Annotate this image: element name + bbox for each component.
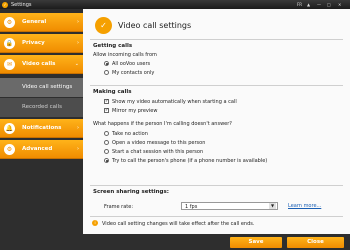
divider — [90, 216, 343, 217]
window-title: Settings — [11, 1, 32, 8]
collapse-icon[interactable]: ▲ — [307, 1, 310, 8]
learn-more-link[interactable]: Learn more... — [288, 203, 321, 209]
radio-call-phone-label[interactable]: Try to call the person's phone (if a pho… — [112, 158, 267, 164]
sidebar-item-general[interactable]: ⚙ General › — [0, 13, 83, 32]
close-button[interactable]: Close — [287, 237, 344, 248]
radio-take-no-action-label[interactable]: Take no action — [112, 131, 148, 137]
getting-calls-heading: Getting calls — [93, 43, 133, 49]
sidebar-subitem-label: Recorded calls — [22, 104, 62, 110]
video-icon: ✉ — [4, 59, 15, 70]
footer-bar: Save Close — [0, 234, 350, 250]
radio-call-phone[interactable] — [104, 158, 109, 163]
minimize-icon[interactable]: — — [317, 1, 321, 8]
sidebar-item-video-calls[interactable]: ✉ Video calls ⌄ — [0, 55, 83, 74]
app-logo-icon: ✓ — [2, 1, 8, 8]
chevron-down-icon: ⌄ — [74, 61, 79, 67]
gear-icon: ⚙ — [4, 17, 15, 28]
bell-icon: 🔔 — [4, 123, 15, 134]
radio-all-users-label[interactable]: All ooVoo users — [112, 61, 150, 67]
sidebar-item-advanced[interactable]: ⚙ Advanced › — [0, 140, 83, 159]
sidebar-item-label: Notifications — [22, 125, 62, 131]
info-message: Video call setting changes will take eff… — [102, 221, 255, 227]
sidebar-item-notifications[interactable]: 🔔 Notifications › — [0, 119, 83, 138]
sidebar-item-privacy[interactable]: 🔒 Privacy › — [0, 34, 83, 53]
language-indicator[interactable]: FR — [297, 1, 302, 8]
wrench-icon: ⚙ — [4, 144, 15, 155]
making-calls-heading: Making calls — [93, 89, 132, 95]
info-icon: i — [92, 220, 98, 226]
allow-calls-label: Allow incoming calls from — [93, 52, 157, 58]
sidebar-item-label: General — [22, 19, 47, 25]
divider — [90, 185, 343, 186]
screen-sharing-heading: Screen sharing settings: — [93, 189, 169, 195]
chevron-right-icon: › — [77, 40, 79, 46]
chevron-right-icon: › — [77, 19, 79, 25]
checkbox-show-video-label[interactable]: Show my video automatically when startin… — [112, 99, 237, 105]
chevron-right-icon: › — [77, 146, 79, 152]
settings-window: ✓ Settings FR ▲ — □ ✕ ⚙ General › 🔒 Priv… — [0, 0, 350, 250]
divider — [90, 39, 343, 40]
checkbox-show-video[interactable]: ✓ — [104, 99, 109, 104]
no-answer-question: What happens if the person I'm calling d… — [93, 121, 232, 127]
title-bar: ✓ Settings FR ▲ — □ ✕ — [0, 0, 350, 9]
radio-video-message[interactable] — [104, 140, 109, 145]
sidebar-item-label: Advanced — [22, 146, 53, 152]
settings-panel: ✓ Video call settings Getting calls Allo… — [83, 9, 350, 234]
lock-icon: 🔒 — [4, 38, 15, 49]
radio-contacts-only-label[interactable]: My contacts only — [112, 70, 154, 76]
sidebar-item-label: Video calls — [22, 61, 56, 67]
radio-all-users[interactable] — [104, 61, 109, 66]
frame-rate-value: 1 fps — [185, 204, 198, 210]
sidebar-subitem-label: Video call settings — [22, 84, 73, 90]
checkbox-mirror-preview-label[interactable]: Mirror my preview — [112, 108, 157, 114]
checkbox-mirror-preview[interactable]: ✓ — [104, 108, 109, 113]
video-call-icon: ✓ — [95, 17, 112, 34]
sidebar: ⚙ General › 🔒 Privacy › ✉ Video calls ⌄ … — [0, 9, 83, 234]
radio-take-no-action[interactable] — [104, 131, 109, 136]
sidebar-subitem-video-call-settings[interactable]: Video call settings — [0, 78, 83, 97]
save-button[interactable]: Save — [230, 237, 282, 248]
radio-chat-session[interactable] — [104, 149, 109, 154]
sidebar-item-label: Privacy — [22, 40, 45, 46]
chevron-down-icon: ▼ — [269, 203, 276, 209]
chevron-right-icon: › — [77, 125, 79, 131]
frame-rate-select[interactable]: 1 fps ▼ — [181, 202, 278, 210]
frame-rate-label: Frame rate: — [104, 204, 134, 210]
sidebar-subitem-recorded-calls[interactable]: Recorded calls — [0, 98, 83, 117]
maximize-icon[interactable]: □ — [327, 1, 331, 8]
radio-contacts-only[interactable] — [104, 70, 109, 75]
radio-chat-session-label[interactable]: Start a chat session with this person — [112, 149, 203, 155]
close-window-icon[interactable]: ✕ — [338, 1, 341, 8]
divider — [90, 85, 343, 86]
page-title: Video call settings — [118, 21, 192, 30]
radio-video-message-label[interactable]: Open a video message to this person — [112, 140, 205, 146]
